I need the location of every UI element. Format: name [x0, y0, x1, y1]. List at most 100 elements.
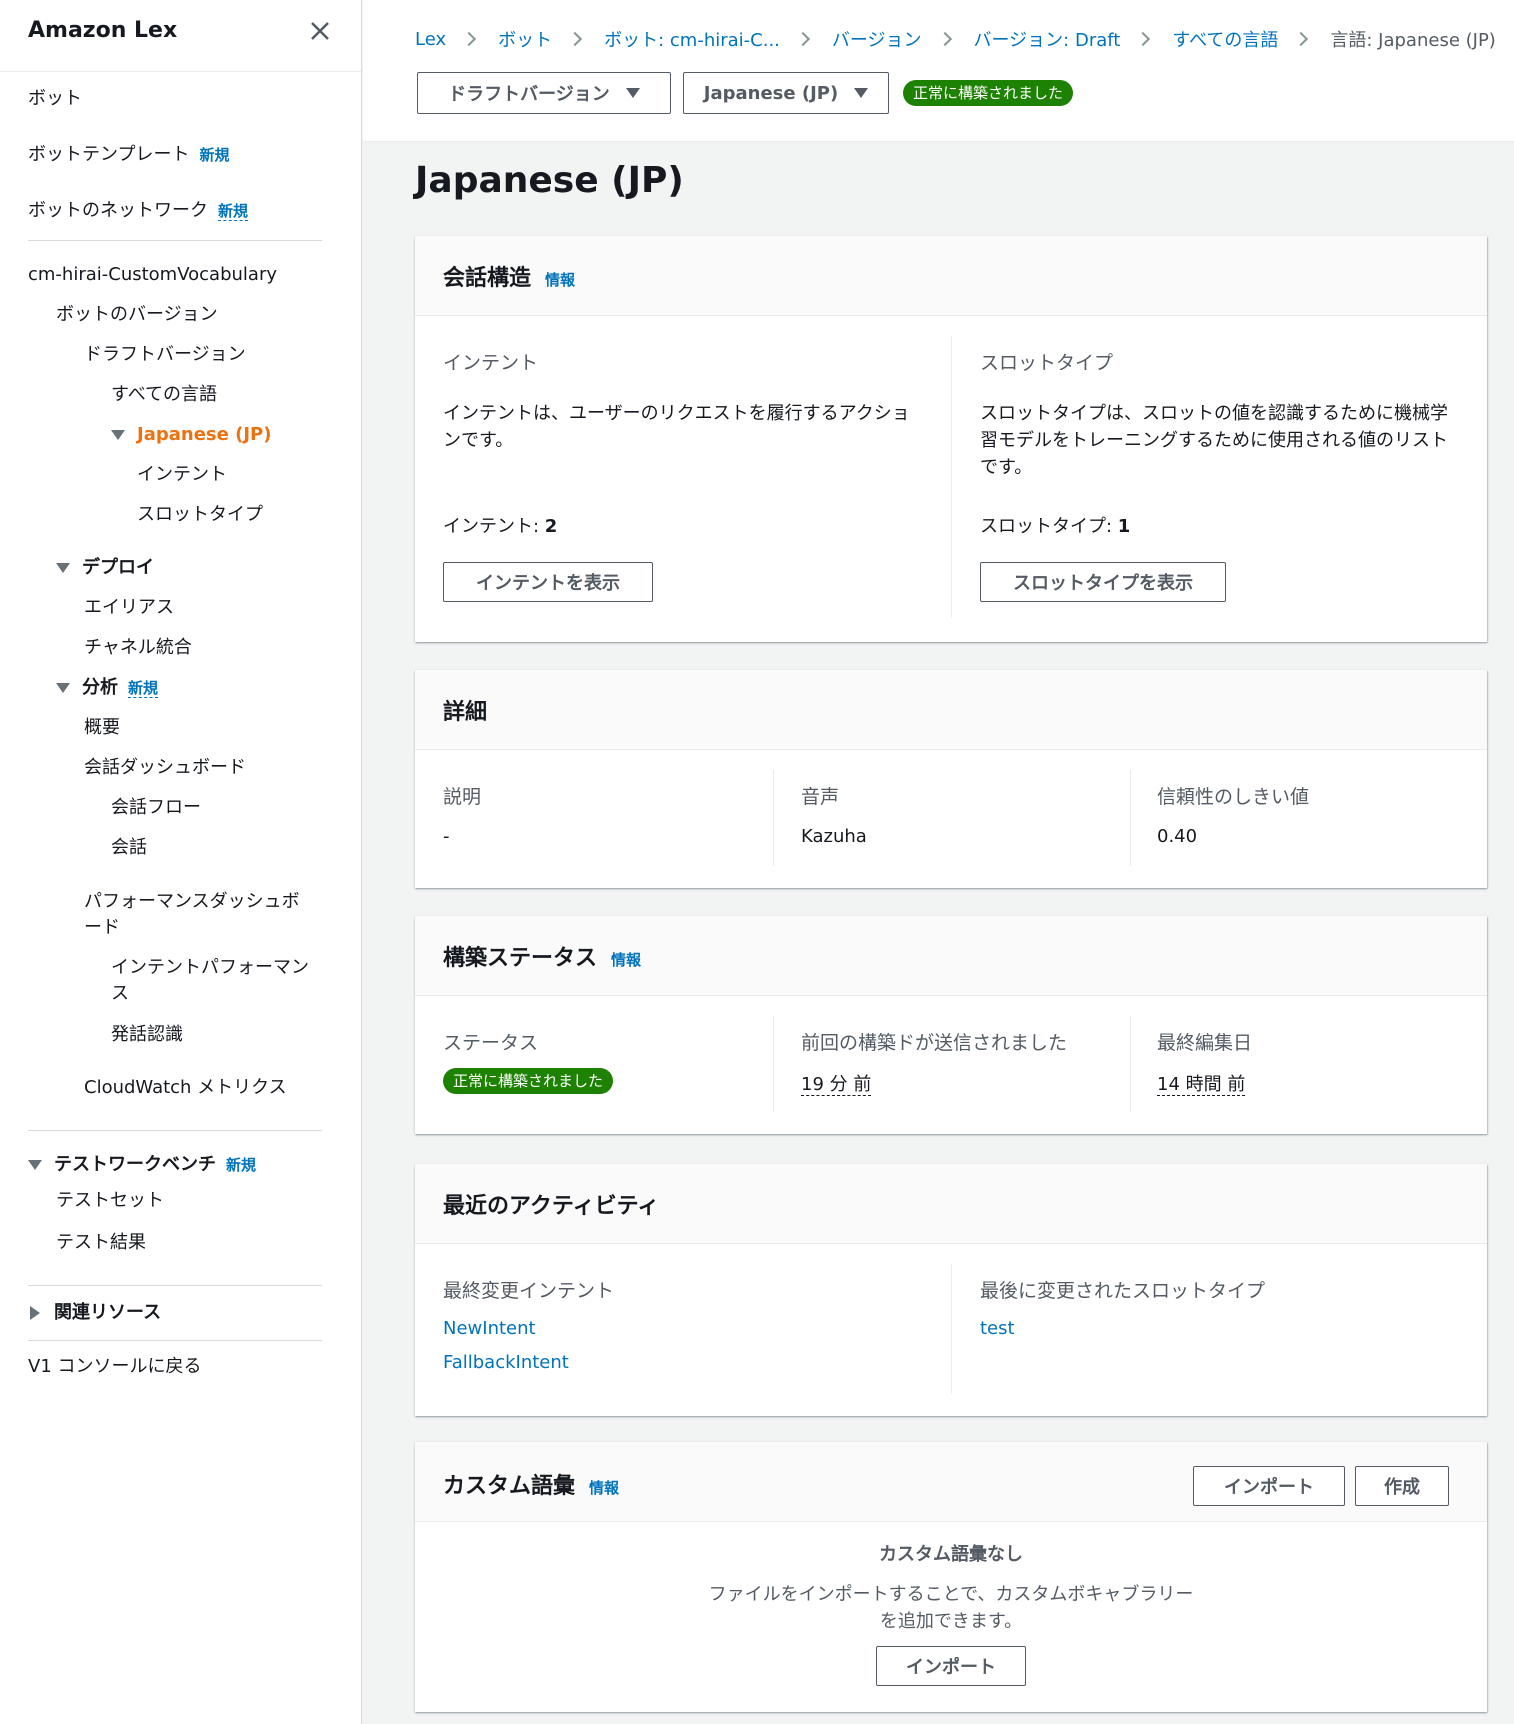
sidebar-item-bot-network[interactable]: ボットのネットワーク 新規 [28, 198, 249, 224]
breadcrumb: Lex ボット ボット: cm-hirai-C... バージョン バージョン: … [415, 26, 1496, 52]
card-title: カスタム語彙 情報 [443, 1468, 619, 1500]
breadcrumb-all-languages[interactable]: すべての言語 [1172, 26, 1278, 52]
confidence-label: 信頼性のしきい値 [1157, 786, 1310, 808]
breadcrumb-bots[interactable]: ボット [498, 26, 552, 52]
sidebar-item-conversation-flow[interactable]: 会話フロー [111, 795, 201, 821]
last-edited-value: 14 時間 前 [1157, 1070, 1246, 1096]
chevron-right-icon [1136, 31, 1151, 47]
slot-type-link[interactable]: test [980, 1318, 1015, 1339]
version-dropdown[interactable]: ドラフトバージョン [417, 72, 671, 114]
sidebar-item-test-results[interactable]: テスト結果 [56, 1230, 146, 1256]
chevron-right-icon [937, 31, 952, 47]
sidebar-item-overview[interactable]: 概要 [84, 715, 120, 741]
breadcrumb-versions[interactable]: バージョン [832, 26, 922, 52]
view-slot-types-button[interactable]: スロットタイプを表示 [980, 562, 1226, 602]
sidebar-item-related-resources[interactable]: 関連リソース [30, 1300, 161, 1326]
sidebar-item-analytics[interactable]: 分析 新規 [56, 675, 159, 701]
voice-label: 音声 [801, 786, 840, 808]
sidebar-item-utterance-recognition[interactable]: 発話認識 [111, 1022, 183, 1048]
intents-heading: インテント [443, 352, 539, 374]
chevron-right-icon [462, 31, 477, 47]
sidebar-item-bot-versions[interactable]: ボットのバージョン [56, 302, 218, 328]
sidebar-title: Amazon Lex [28, 18, 178, 43]
sidebar-item-v1-console[interactable]: V1 コンソールに戻る [28, 1354, 202, 1380]
status-badge: 正常に構築されました [443, 1068, 614, 1094]
expand-triangle-icon[interactable] [28, 1160, 42, 1170]
custom-vocabulary-card: カスタム語彙 情報 インポート 作成 カスタム語彙なし ファイルをインポートするこ… [415, 1442, 1487, 1712]
breadcrumb-bot[interactable]: ボット: cm-hirai-C... [604, 26, 780, 52]
breadcrumb-current: 言語: Japanese (JP) [1330, 30, 1496, 51]
view-intents-button[interactable]: インテントを表示 [443, 562, 653, 602]
new-badge[interactable]: 新規 [218, 202, 249, 221]
create-button[interactable]: 作成 [1355, 1466, 1449, 1506]
sidebar-item-aliases[interactable]: エイリアス [84, 595, 174, 621]
language-dropdown-label: Japanese (JP) [703, 82, 839, 104]
language-dropdown[interactable]: Japanese (JP) [683, 72, 889, 114]
sidebar-item-intent-performance[interactable]: インテントパフォーマンス [111, 955, 321, 1007]
sidebar-item-test-sets[interactable]: テストセット [56, 1188, 164, 1214]
last-build-value: 19 分 前 [801, 1070, 872, 1096]
column-divider [951, 336, 952, 618]
intents-description: インテントは、ユーザーのリクエストを履行するアクションです。 [443, 403, 910, 451]
sidebar-item-conversations[interactable]: 会話 [111, 835, 147, 861]
version-dropdown-label: ドラフトバージョン [448, 84, 610, 105]
chevron-right-icon [568, 31, 583, 47]
last-edited-time[interactable]: 14 時間 前 [1157, 1074, 1246, 1096]
breadcrumb-version-draft[interactable]: バージョン: Draft [974, 26, 1121, 52]
expand-triangle-icon[interactable] [111, 430, 125, 440]
info-link[interactable]: 情報 [611, 951, 641, 969]
caret-down-icon [625, 88, 640, 98]
card-header: 最近のアクティビティ [415, 1164, 1487, 1244]
status-badge: 正常に構築されました [903, 80, 1074, 106]
column-divider [773, 1016, 774, 1112]
info-link[interactable]: 情報 [589, 1479, 619, 1497]
sidebar: Amazon Lex ボット ボットテンプレート 新規 ボットのネットワーク 新規 … [0, 0, 362, 1724]
sidebar-item-channel-integrations[interactable]: チャネル統合 [84, 635, 192, 661]
sidebar-item-label: 分析 [82, 677, 118, 698]
sidebar-header: Amazon Lex [0, 0, 361, 72]
sidebar-item-bot-name[interactable]: cm-hirai-CustomVocabulary [28, 262, 277, 288]
intents-count-value: 2 [544, 516, 558, 537]
sidebar-item-deploy[interactable]: デプロイ [56, 555, 154, 581]
sidebar-item-bots[interactable]: ボット [28, 86, 82, 112]
top-bar: Lex ボット ボット: cm-hirai-C... バージョン バージョン: … [363, 0, 1514, 142]
sidebar-item-test-workbench[interactable]: テストワークベンチ 新規 [28, 1152, 256, 1178]
empty-state-title: カスタム語彙なし [879, 1544, 1023, 1565]
chevron-right-icon [795, 31, 810, 47]
sidebar-item-label: ボットのネットワーク [28, 200, 208, 221]
sidebar-divider [28, 240, 322, 241]
sidebar-item-intents[interactable]: インテント [137, 462, 227, 488]
expand-triangle-icon[interactable] [56, 563, 70, 573]
empty-state-desc-line1: ファイルをインポートすることで、カスタムボキャブラリー [708, 1584, 1194, 1605]
sidebar-item-slot-types[interactable]: スロットタイプ [137, 502, 263, 528]
card-header: 詳細 [415, 670, 1487, 750]
sidebar-item-japanese[interactable]: Japanese (JP) [111, 422, 271, 448]
info-link[interactable]: 情報 [545, 271, 575, 289]
recent-activity-card: 最近のアクティビティ 最終変更インテント NewIntent FallbackI… [415, 1164, 1487, 1416]
empty-state-import-button[interactable]: インポート [876, 1646, 1026, 1686]
sidebar-item-label: デプロイ [82, 557, 154, 578]
intent-link[interactable]: NewIntent [443, 1318, 536, 1339]
import-button[interactable]: インポート [1193, 1466, 1345, 1506]
expand-triangle-icon[interactable] [56, 683, 70, 693]
card-title-text: 構築ステータス [443, 946, 598, 971]
sidebar-item-cloudwatch-metrics[interactable]: CloudWatch メトリクス [84, 1075, 287, 1101]
last-build-time[interactable]: 19 分 前 [801, 1074, 872, 1096]
collapse-triangle-icon[interactable] [30, 1306, 40, 1320]
sidebar-divider [28, 1130, 322, 1131]
close-icon[interactable] [307, 18, 333, 44]
sidebar-item-draft-version[interactable]: ドラフトバージョン [84, 342, 246, 368]
sidebar-item-bot-templates[interactable]: ボットテンプレート 新規 [28, 142, 229, 168]
sidebar-divider [28, 1340, 322, 1341]
description-value: - [443, 826, 450, 847]
sidebar-item-all-languages[interactable]: すべての言語 [111, 382, 217, 408]
sidebar-item-performance-dashboard[interactable]: パフォーマンスダッシュボード [84, 889, 314, 941]
slot-types-count: スロットタイプ: 1 [980, 512, 1130, 538]
breadcrumb-lex[interactable]: Lex [415, 29, 446, 50]
new-badge[interactable]: 新規 [128, 679, 159, 698]
intent-link[interactable]: FallbackIntent [443, 1352, 569, 1373]
voice-value: Kazuha [801, 826, 867, 847]
sidebar-item-conversation-dashboard[interactable]: 会話ダッシュボード [84, 755, 246, 781]
column-divider [1130, 1016, 1131, 1112]
page-title: Japanese (JP) [415, 160, 684, 201]
